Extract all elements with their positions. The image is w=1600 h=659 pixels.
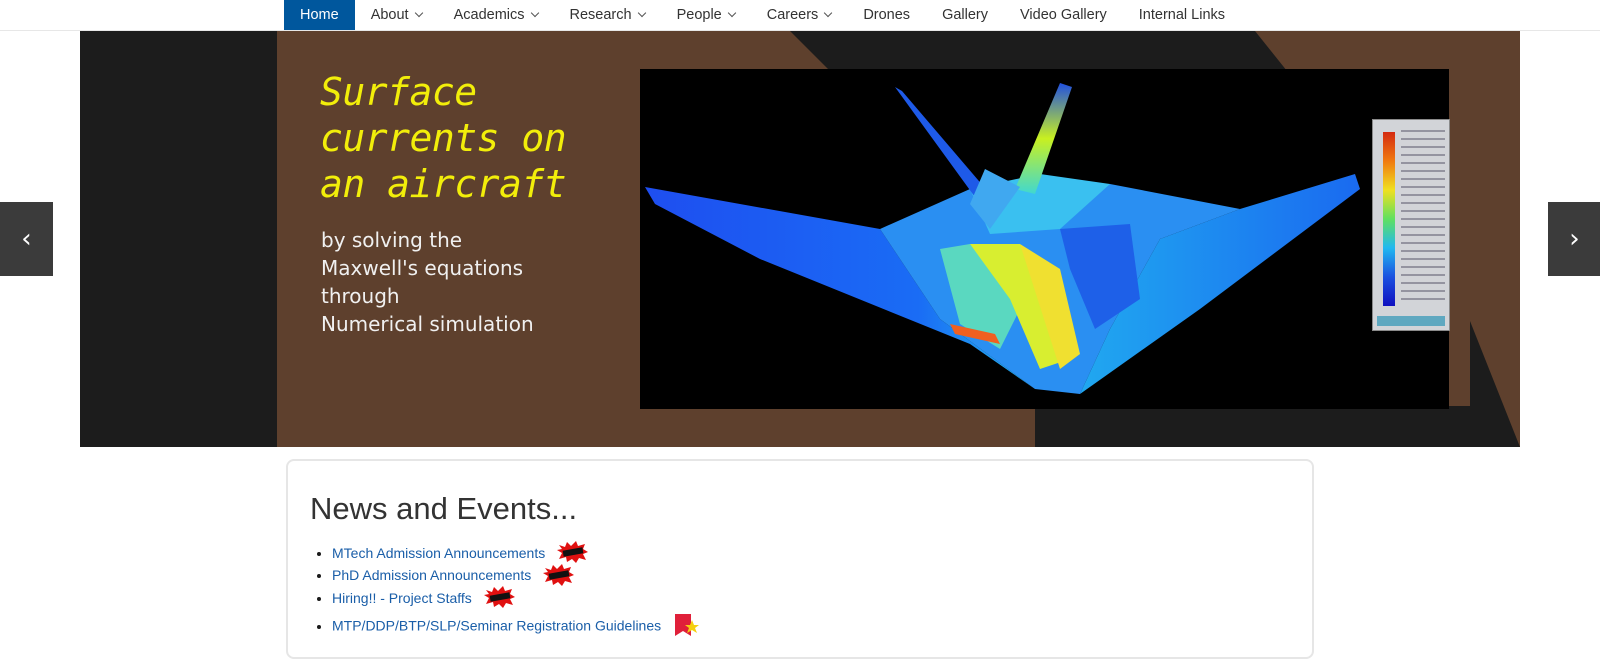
headline-line: an aircraft (320, 162, 567, 206)
nav-research[interactable]: Research (554, 0, 661, 30)
nav-people[interactable]: People (661, 0, 751, 30)
nav-home[interactable]: Home (284, 0, 355, 30)
chevron-down-icon (530, 8, 539, 18)
nav-video-gallery-label: Video Gallery (1020, 7, 1107, 23)
nav-home-label: Home (300, 7, 339, 23)
news-link-phd-admission[interactable]: PhD Admission Announcements (332, 567, 531, 583)
news-link-registration-guidelines[interactable]: MTP/DDP/BTP/SLP/Seminar Registration Gui… (332, 618, 661, 634)
news-title: News and Events... (310, 491, 578, 526)
headline-line: currents on (320, 116, 567, 160)
slide-headline: Surface currents on an aircraft (320, 69, 567, 207)
carousel-prev-button[interactable]: ‹ (0, 202, 53, 276)
subtitle-line: through (321, 284, 400, 308)
slide-subtitle: by solving the Maxwell's equations throu… (321, 226, 534, 338)
nav-about[interactable]: About (355, 0, 438, 30)
nav-people-label: People (676, 7, 722, 23)
nav-internal-links[interactable]: Internal Links (1123, 0, 1241, 30)
chevron-down-icon (414, 8, 423, 18)
subtitle-line: Numerical simulation (321, 312, 534, 336)
hero-carousel: Surface currents on an aircraft by solvi… (80, 31, 1520, 447)
new-burst-icon (543, 563, 575, 586)
chevron-right-icon: › (1569, 224, 1580, 254)
news-link-mtech-admission[interactable]: MTech Admission Announcements (332, 545, 545, 561)
colorbar-ramp (1383, 132, 1395, 306)
nav-research-label: Research (569, 7, 632, 23)
news-item: PhD Admission Announcements (332, 563, 701, 587)
chevron-down-icon (637, 8, 646, 18)
colorbar-ticks (1401, 130, 1445, 306)
news-item: Hiring!! - Project Staffs (332, 585, 701, 610)
nav-careers[interactable]: Careers (751, 0, 848, 30)
nav-gallery[interactable]: Gallery (926, 0, 1004, 30)
nav-academics[interactable]: Academics (438, 0, 554, 30)
news-item: MTech Admission Announcements (332, 541, 701, 565)
new-burst-icon (557, 541, 589, 564)
nav-careers-label: Careers (766, 7, 819, 23)
colorbar-legend (1372, 119, 1450, 331)
chevron-left-icon: ‹ (21, 224, 32, 254)
news-link-hiring[interactable]: Hiring!! - Project Staffs (332, 590, 472, 606)
new-burst-icon (483, 585, 515, 608)
carousel-next-button[interactable]: › (1548, 202, 1600, 276)
nav-drones[interactable]: Drones (847, 0, 926, 30)
chevron-down-icon (824, 8, 833, 18)
nav-menu: Home About Academics Research People Car… (284, 0, 1241, 30)
colorbar-footer (1377, 316, 1445, 326)
news-list: MTech Admission Announcements PhD Admiss… (332, 541, 701, 640)
nav-gallery-label: Gallery (942, 7, 988, 23)
nav-video-gallery[interactable]: Video Gallery (1004, 0, 1123, 30)
nav-about-label: About (370, 7, 409, 23)
subtitle-line: Maxwell's equations (321, 256, 524, 280)
headline-line: Surface (320, 70, 477, 114)
aircraft-icon (645, 83, 1360, 394)
nav-internal-links-label: Internal Links (1138, 7, 1226, 23)
subtitle-line: by solving the (321, 228, 463, 252)
nav-academics-label: Academics (453, 7, 525, 23)
top-navbar: Home About Academics Research People Car… (0, 0, 1600, 31)
news-item: MTP/DDP/BTP/SLP/Seminar Registration Gui… (332, 613, 701, 640)
aircraft-simulation-image (640, 69, 1449, 409)
chevron-down-icon (727, 8, 736, 18)
nav-drones-label: Drones (863, 7, 911, 23)
news-panel: News and Events... MTech Admission Annou… (286, 459, 1314, 659)
